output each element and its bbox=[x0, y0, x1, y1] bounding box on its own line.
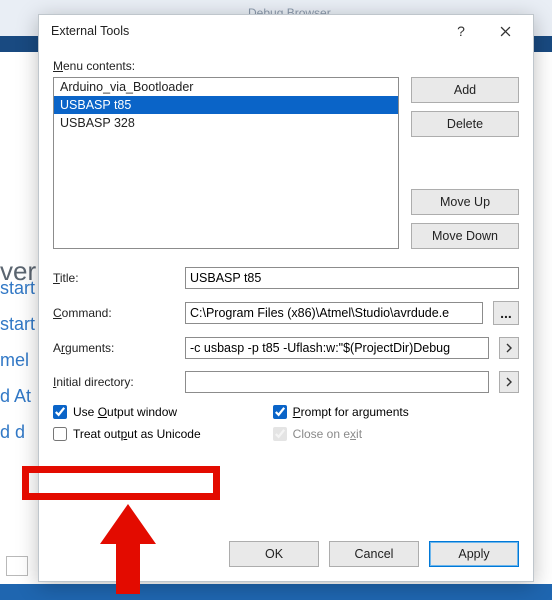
form: Title: Command: ... Arguments: Initial d… bbox=[53, 267, 519, 393]
close-on-exit-checkbox: Close on exit bbox=[273, 427, 409, 441]
dialog-buttons: OK Cancel Apply bbox=[229, 541, 519, 567]
prompt-for-args-label: Prompt for arguments bbox=[293, 405, 409, 419]
ok-button[interactable]: OK bbox=[229, 541, 319, 567]
menu-contents-listbox[interactable]: Arduino_via_Bootloader USBASP t85 USBASP… bbox=[53, 77, 399, 249]
command-label: Command: bbox=[53, 306, 175, 320]
browse-command-button[interactable]: ... bbox=[493, 301, 519, 325]
close-button[interactable] bbox=[483, 16, 527, 46]
prompt-for-args-checkbox[interactable]: Prompt for arguments bbox=[273, 405, 409, 419]
title-field[interactable] bbox=[185, 267, 519, 289]
menu-contents-label: Menu contents: bbox=[53, 59, 519, 73]
checkbox-area: Use Output window Treat output as Unicod… bbox=[53, 405, 519, 441]
help-button[interactable]: ? bbox=[439, 16, 483, 46]
title-label: Title: bbox=[53, 271, 175, 285]
treat-as-unicode-label: Treat output as Unicode bbox=[73, 427, 201, 441]
chevron-right-icon bbox=[505, 343, 513, 353]
close-icon bbox=[500, 26, 511, 37]
initial-dir-menu-button[interactable] bbox=[499, 371, 519, 393]
bg-dropdown bbox=[6, 556, 28, 576]
initial-dir-field[interactable] bbox=[185, 371, 489, 393]
prompt-for-args-input[interactable] bbox=[273, 405, 287, 419]
help-icon: ? bbox=[457, 23, 465, 39]
close-on-exit-input bbox=[273, 427, 287, 441]
arguments-label: Arguments: bbox=[53, 341, 175, 355]
external-tools-dialog: External Tools ? Menu contents: Arduino_… bbox=[38, 14, 534, 582]
arguments-menu-button[interactable] bbox=[499, 337, 519, 359]
cancel-button[interactable]: Cancel bbox=[329, 541, 419, 567]
delete-button[interactable]: Delete bbox=[411, 111, 519, 137]
treat-as-unicode-input[interactable] bbox=[53, 427, 67, 441]
list-item[interactable]: USBASP 328 bbox=[54, 114, 398, 132]
chevron-right-icon bbox=[505, 377, 513, 387]
apply-button[interactable]: Apply bbox=[429, 541, 519, 567]
command-field[interactable] bbox=[185, 302, 483, 324]
use-output-window-label: Use Output window bbox=[73, 405, 177, 419]
move-up-button[interactable]: Move Up bbox=[411, 189, 519, 215]
bg-statusbar bbox=[0, 584, 552, 600]
close-on-exit-label: Close on exit bbox=[293, 427, 362, 441]
arguments-field[interactable] bbox=[185, 337, 489, 359]
move-down-button[interactable]: Move Down bbox=[411, 223, 519, 249]
initial-dir-label: Initial directory: bbox=[53, 375, 175, 389]
titlebar: External Tools ? bbox=[39, 15, 533, 47]
list-item[interactable]: Arduino_via_Bootloader bbox=[54, 78, 398, 96]
list-buttons: Add Delete Move Up Move Down bbox=[411, 77, 519, 249]
use-output-window-input[interactable] bbox=[53, 405, 67, 419]
bg-left-text: start start mel d At d d bbox=[0, 270, 35, 450]
use-output-window-checkbox[interactable]: Use Output window bbox=[53, 405, 201, 419]
dialog-title: External Tools bbox=[51, 24, 439, 38]
list-item[interactable]: USBASP t85 bbox=[54, 96, 398, 114]
treat-as-unicode-checkbox[interactable]: Treat output as Unicode bbox=[53, 427, 201, 441]
dialog-content: Menu contents: Arduino_via_Bootloader US… bbox=[39, 47, 533, 581]
add-button[interactable]: Add bbox=[411, 77, 519, 103]
